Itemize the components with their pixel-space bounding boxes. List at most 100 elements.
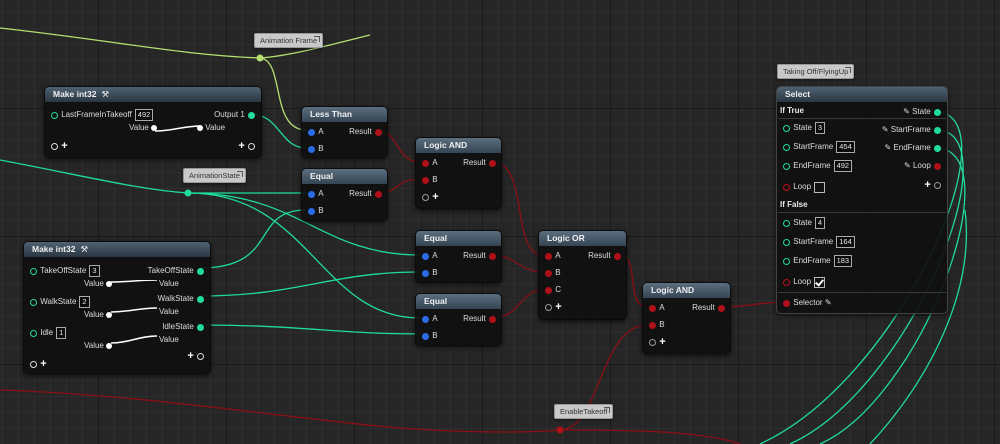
add-pin-icon[interactable]: + [924,179,930,191]
output-pin[interactable] [196,295,205,303]
input-pin[interactable] [782,183,791,191]
input-pin[interactable] [29,298,38,306]
exec-pin[interactable] [648,338,657,346]
output-pin[interactable] [196,323,205,331]
input-pin-a[interactable] [421,159,430,167]
output-pin[interactable] [933,126,942,134]
output-pin[interactable] [196,267,205,275]
input-pin-a[interactable] [544,252,553,260]
output-pin[interactable] [933,108,942,116]
equal-node-1[interactable]: Equal A Result B [301,168,388,221]
output-pin[interactable] [717,304,726,312]
comment-animation-frame[interactable]: Animation Frame [254,33,324,48]
reroute-node[interactable] [556,426,564,434]
pencil-icon[interactable]: ✎ [904,161,911,170]
exec-pin[interactable] [196,352,205,360]
pencil-icon[interactable]: ✎ [882,125,889,134]
value-field[interactable]: 4 [814,217,826,229]
output-pin[interactable] [374,190,383,198]
input-pin-b[interactable] [421,269,430,277]
output-pin[interactable] [933,144,942,152]
value-field[interactable]: 492 [134,109,154,121]
input-pin[interactable] [29,329,38,337]
add-pin-icon[interactable]: + [40,358,46,370]
loop-checkbox[interactable] [814,181,826,193]
input-pin[interactable] [782,124,791,132]
pencil-icon[interactable]: ✎ [903,107,910,116]
output-pin[interactable] [488,159,497,167]
comment-animation-state[interactable]: AnimationState [183,168,246,183]
output-pin[interactable] [488,315,497,323]
add-pin-icon[interactable]: + [187,350,193,362]
exec-pin[interactable] [247,142,256,150]
add-pin-icon[interactable]: + [238,140,244,152]
exec-pin[interactable] [933,181,942,189]
value-field[interactable]: 2 [79,296,90,308]
exec-pin[interactable] [544,303,553,311]
input-pin-a[interactable] [648,304,657,312]
output-pin[interactable] [374,128,383,136]
pencil-icon[interactable]: ✎ [884,143,891,152]
logic-and-node-2[interactable]: Logic AND A Result B + [642,282,731,354]
wire[interactable] [199,209,307,269]
exec-pin[interactable] [29,360,38,368]
output-pin[interactable] [247,111,256,119]
input-pin[interactable] [782,238,791,246]
make-int32-node-top[interactable]: Make int32 ⚒ LastFrameInTakeoff 492 Output… [44,86,262,158]
input-pin[interactable] [782,257,791,265]
input-pin[interactable] [782,162,791,170]
input-pin[interactable] [29,267,38,275]
equal-node-3[interactable]: Equal A Result B [415,293,502,346]
select-node[interactable]: Select If True State 3 StartFrame 454 EndF… [776,86,948,314]
selector-pin[interactable] [782,299,791,307]
wire[interactable] [0,27,261,59]
wire[interactable] [559,429,741,444]
logic-and-node-1[interactable]: Logic AND A Result B + [415,137,502,209]
reroute-node[interactable] [256,54,264,62]
input-pin-a[interactable] [421,315,430,323]
input-pin-b[interactable] [421,332,430,340]
pencil-icon[interactable]: ✎ [825,298,832,307]
input-pin[interactable] [782,219,791,227]
output-pin[interactable] [613,252,622,260]
wire[interactable] [0,389,561,433]
input-pin[interactable] [782,278,791,286]
input-pin-b[interactable] [307,145,316,153]
make-int32-node-bottom[interactable]: Make int32 ⚒ TakeOffState 3 TakeOffState V… [23,241,211,374]
equal-node-2[interactable]: Equal A Result B [415,230,502,283]
value-field[interactable]: 492 [833,160,853,172]
output-pin[interactable] [488,252,497,260]
add-pin-icon[interactable]: + [555,301,561,313]
value-field[interactable]: 454 [836,141,855,153]
input-pin-b[interactable] [307,207,316,215]
comment-taking-off[interactable]: Taking Off/FlyingUp [777,64,855,79]
reroute-node[interactable] [184,189,192,197]
wire[interactable] [199,271,421,297]
input-pin-a[interactable] [307,128,316,136]
value-field[interactable]: 1 [56,327,67,339]
less-than-node[interactable]: Less Than A Result B [301,106,388,158]
wire[interactable] [199,324,421,335]
input-pin-b[interactable] [544,269,553,277]
comment-enable-takeoff[interactable]: EnableTakeoff [554,404,614,419]
input-pin-b[interactable] [421,176,430,184]
loop-checkbox[interactable] [814,276,826,288]
wire[interactable] [0,159,189,194]
input-pin[interactable] [782,143,791,151]
add-pin-icon[interactable]: + [61,140,67,152]
output-pin[interactable] [933,162,942,170]
input-pin-a[interactable] [421,252,430,260]
logic-or-node[interactable]: Logic OR A Result B C + [538,230,627,320]
value-field[interactable]: 164 [836,236,855,248]
add-pin-icon[interactable]: + [432,191,438,203]
input-pin-c[interactable] [544,286,553,294]
input-pin-a[interactable] [307,190,316,198]
exec-pin[interactable] [421,193,430,201]
value-field[interactable]: 3 [814,122,826,134]
value-field[interactable]: 3 [89,265,100,277]
value-field[interactable]: 183 [833,255,853,267]
exec-pin[interactable] [50,142,59,150]
add-pin-icon[interactable]: + [659,336,665,348]
input-pin[interactable] [50,111,59,119]
input-pin-b[interactable] [648,321,657,329]
